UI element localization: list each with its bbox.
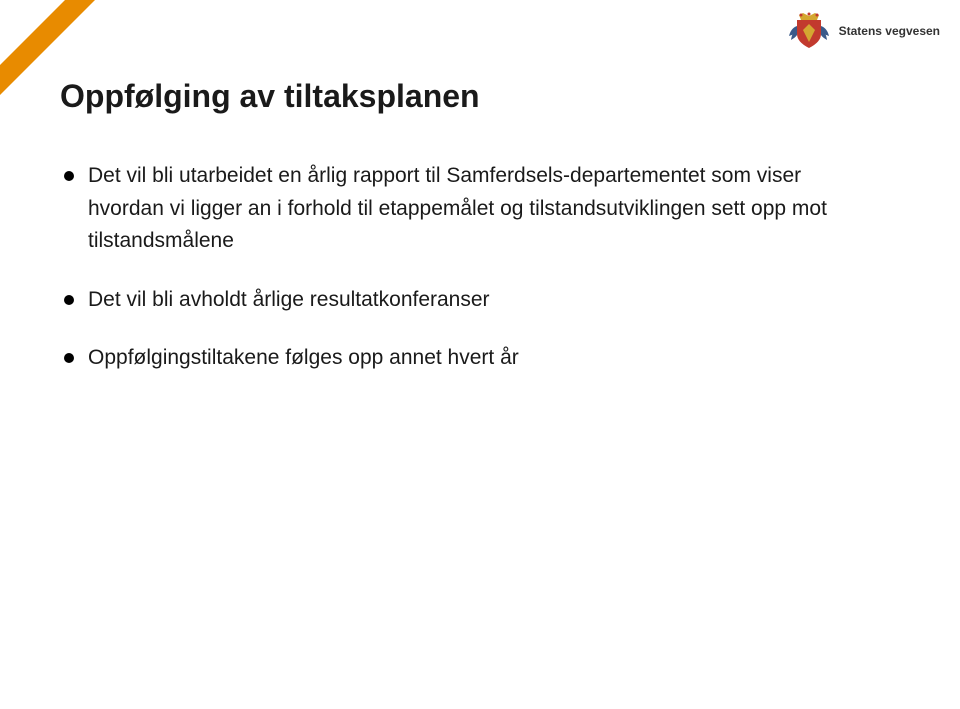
- bullet-item: Det vil bli avholdt årlige resultatkonfe…: [60, 284, 880, 317]
- bullet-list: Det vil bli utarbeidet en årlig rapport …: [60, 160, 880, 401]
- logo-crest-icon: [787, 12, 831, 50]
- slide-title: Oppfølging av tiltaksplanen: [60, 78, 480, 115]
- organization-name: Statens vegvesen: [839, 24, 940, 38]
- organization-logo: Statens vegvesen: [787, 12, 940, 50]
- bullet-item: Oppfølgingstiltakene følges opp annet hv…: [60, 342, 880, 375]
- bullet-item: Det vil bli utarbeidet en årlig rapport …: [60, 160, 880, 258]
